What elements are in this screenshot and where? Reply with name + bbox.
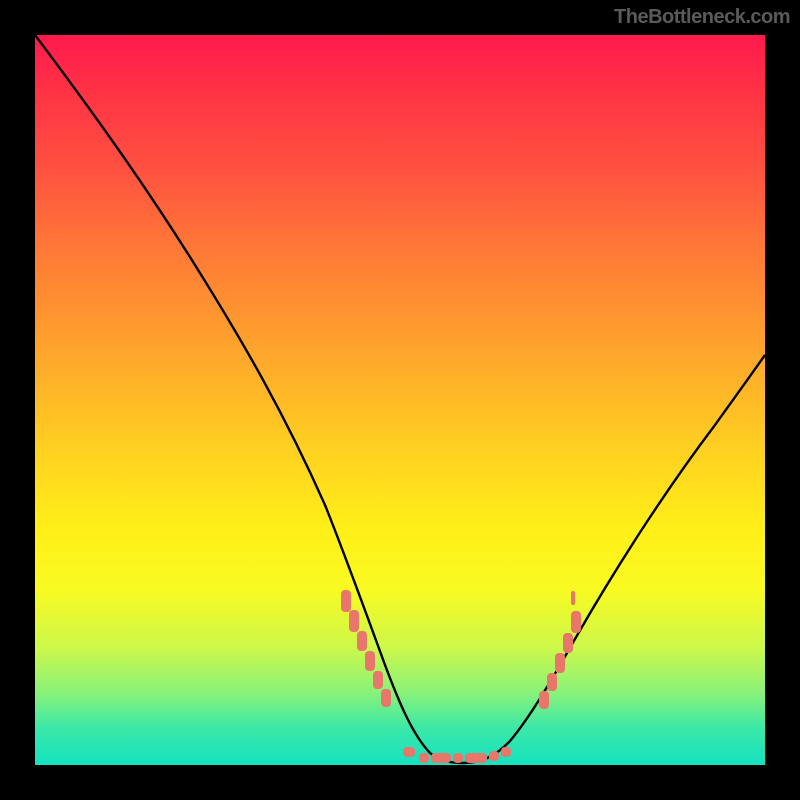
watermark-text: TheBottleneck.com [614, 6, 790, 29]
plot-area [35, 35, 765, 765]
marker-cluster-left [341, 590, 391, 707]
curve-path [35, 35, 765, 763]
marker-cluster-bottom [403, 747, 511, 763]
marker-cluster-right [539, 591, 581, 709]
chart-frame: TheBottleneck.com [0, 0, 800, 800]
bottleneck-curve [35, 35, 765, 765]
